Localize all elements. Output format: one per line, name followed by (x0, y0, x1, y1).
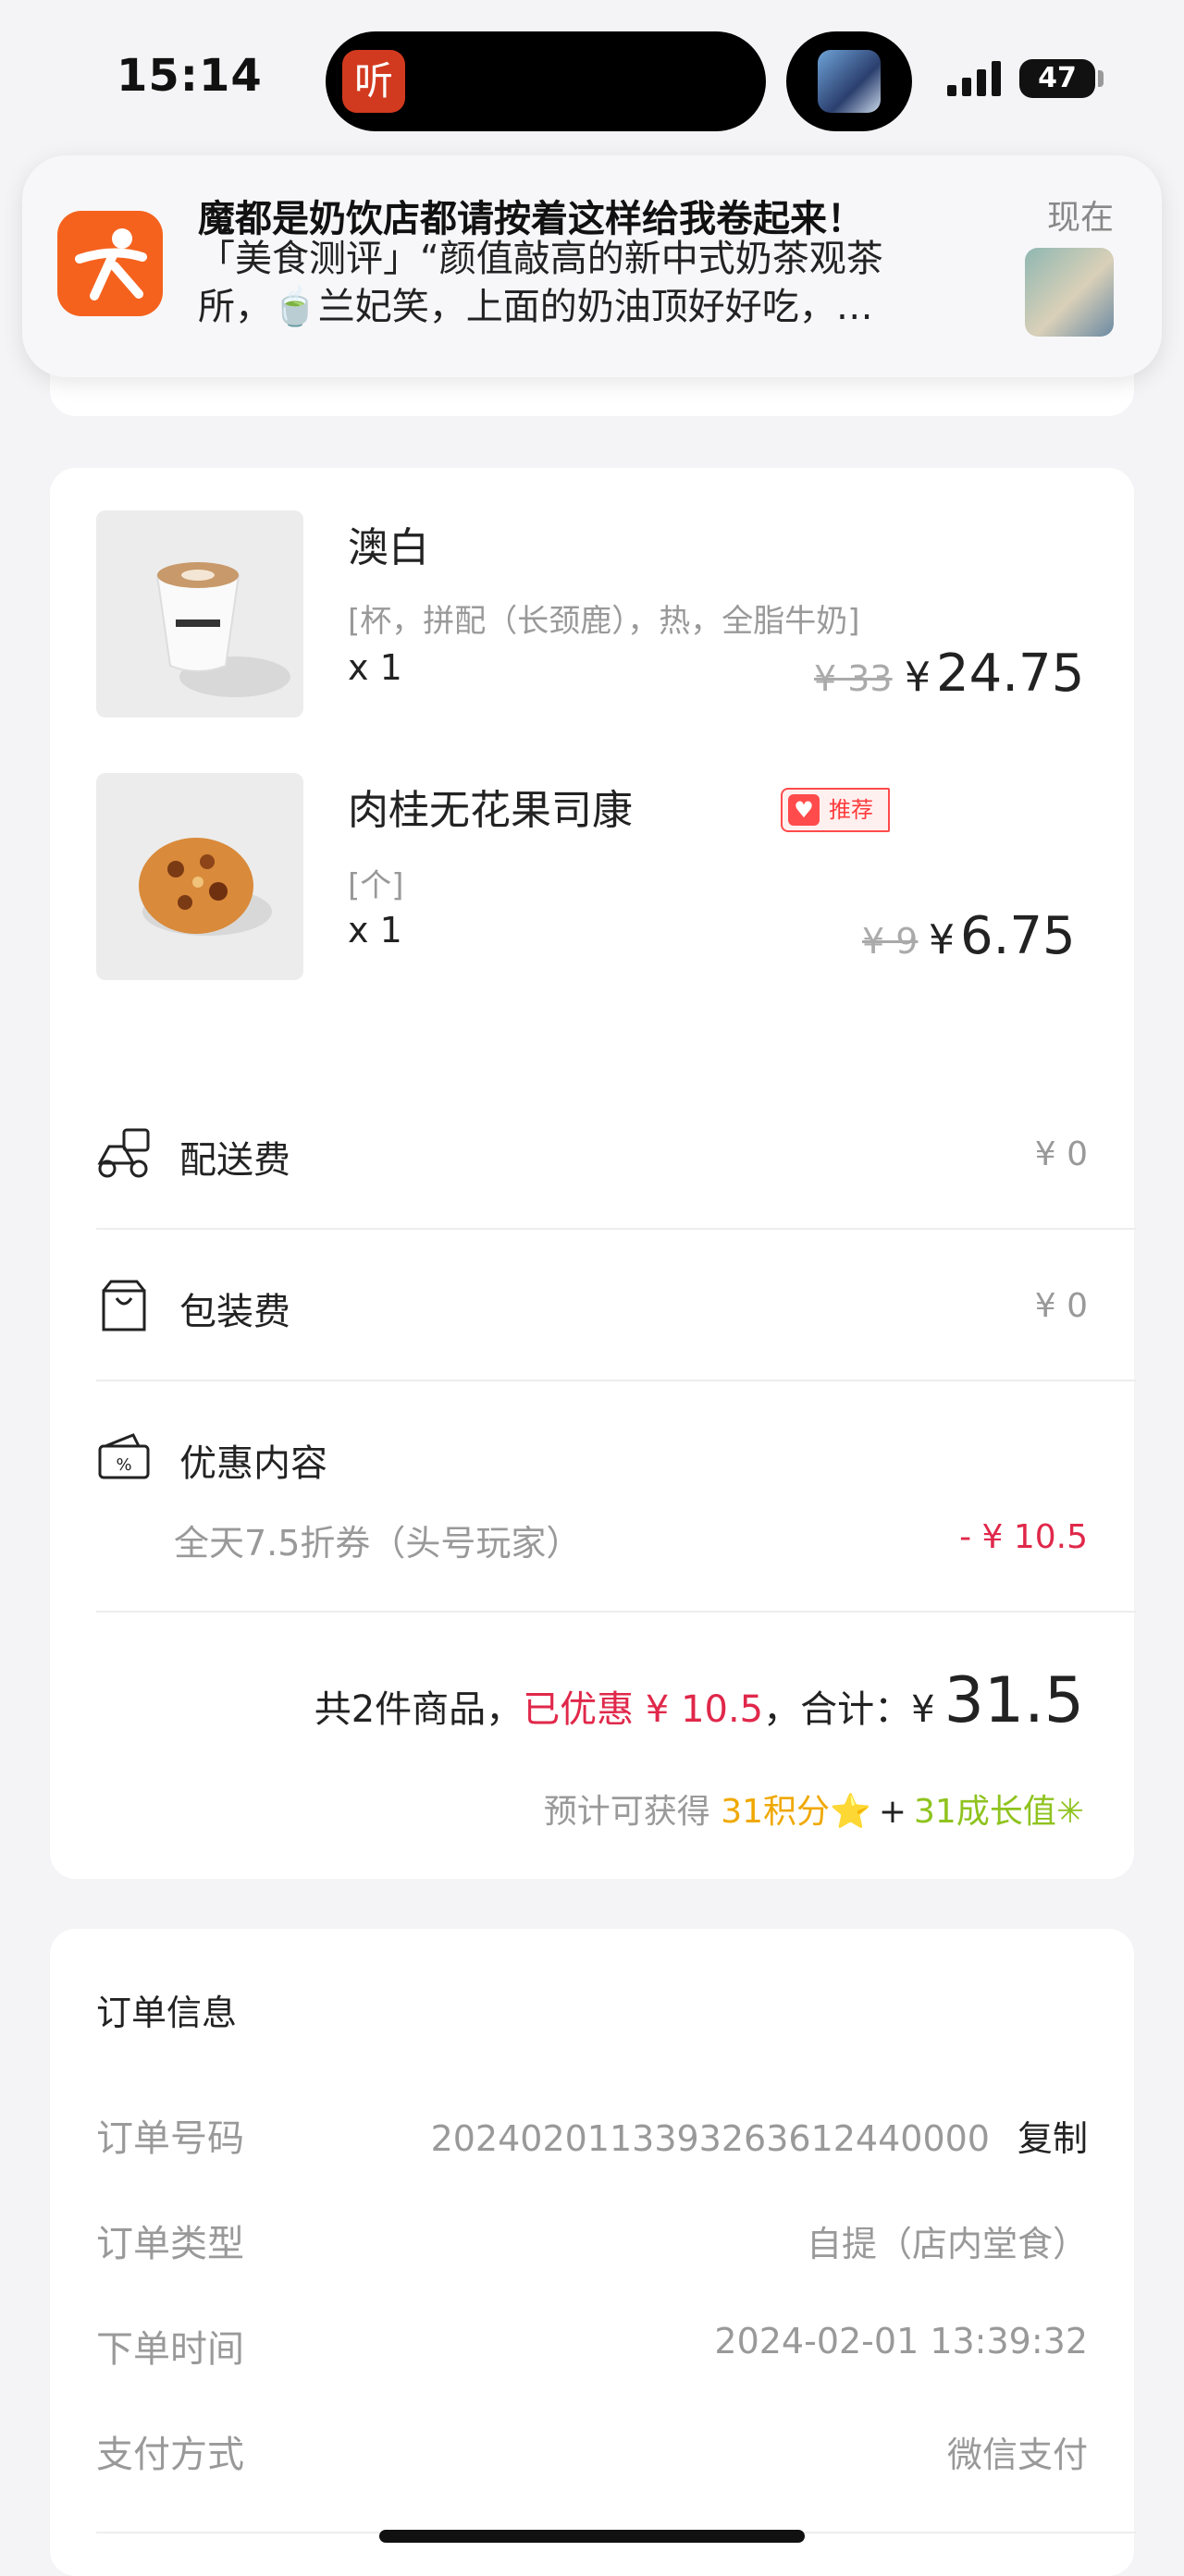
order-number-row: 2024020113393263612440000 复制 (431, 2110, 1088, 2161)
item-price: ¥6.75 (929, 906, 1076, 966)
growth-icon: ✳ (1055, 1793, 1084, 1831)
packing-fee-value: ¥ 0 (1034, 1287, 1088, 1325)
plus-sign: + (878, 1793, 907, 1831)
points-value: 31积分 (721, 1793, 831, 1831)
order-total: 共2件商品，已优惠 ¥ 10.5，合计：¥ 31.5 (314, 1664, 1084, 1737)
recommend-badge: ♥ 推荐 (781, 788, 890, 832)
coffee-cup-icon (155, 562, 290, 697)
notification-body: 「美食测评」“颜值敲高的新中式奶茶观茶 所，🍵兰妃笑，上面的奶油顶好好吃，… (198, 235, 1012, 331)
payment-method-label: 支付方式 (96, 2434, 244, 2476)
notification-time: 现在 (1046, 199, 1114, 237)
discount-name: 全天7.5折券（头号玩家） (174, 1523, 582, 1564)
order-info-card: 订单信息 订单号码 2024020113393263612440000 复制 订单… (50, 1929, 1136, 2576)
discount-label: 优惠内容 (179, 1442, 327, 1485)
item-name: 澳白 (348, 524, 429, 571)
status-bar: 15:14 听 47 (0, 0, 1184, 148)
island-media[interactable] (786, 31, 912, 131)
price-value: 24.75 (936, 644, 1085, 704)
divider (96, 1611, 1136, 1613)
order-time-label: 下单时间 (96, 2328, 244, 2371)
growth-value: 31成长值 (914, 1793, 1056, 1831)
order-time-value: 2024-02-01 13:39:32 (714, 2321, 1088, 2361)
audio-app-icon[interactable]: 听 (342, 50, 405, 113)
total-label: ，合计： (763, 1688, 912, 1731)
item-image-flat-white[interactable] (96, 510, 303, 718)
home-indicator[interactable] (379, 2530, 805, 2543)
item-old-price: ¥ 9 (862, 921, 919, 962)
price-yen: ¥ (905, 654, 931, 701)
discount-value: - ¥ 10.5 (959, 1518, 1088, 1556)
item-name: 肉桂无花果司康 (348, 787, 633, 834)
discount-coupon-icon: % (98, 1433, 150, 1479)
price-value: 6.75 (960, 906, 1076, 966)
media-thumbnail (818, 50, 881, 113)
divider (96, 1380, 1136, 1381)
item-image-scone[interactable] (96, 773, 303, 980)
item-price: ¥24.75 (905, 644, 1084, 704)
copy-button[interactable]: 复制 (1018, 2118, 1088, 2159)
delivery-fee-value: ¥ 0 (1034, 1135, 1088, 1173)
item-spec: [个] (348, 867, 404, 904)
item-count-text: 共2件商品， (314, 1688, 524, 1731)
badge-label: 推荐 (829, 797, 873, 823)
packing-fee-label: 包装费 (179, 1291, 290, 1333)
order-type-label: 订单类型 (96, 2223, 244, 2265)
push-notification[interactable]: 魔都是奶饮店都请按着这样给我卷起来！ 现在 「美食测评」“颜值敲高的新中式奶茶观… (22, 155, 1162, 377)
heart-icon: ♥ (788, 794, 820, 826)
notification-line-2: 所，🍵兰妃笑，上面的奶油顶好好吃，… (198, 286, 873, 328)
scone-icon (139, 838, 272, 936)
dianping-icon (57, 211, 163, 316)
divider (96, 1228, 1136, 1230)
item-qty: x 1 (348, 647, 402, 688)
notification-thumbnail (1025, 248, 1114, 337)
total-yen: ¥ (911, 1688, 935, 1731)
notification-line-1: 「美食测评」“颜值敲高的新中式奶茶观茶 (198, 238, 883, 280)
order-type-value: 自提（店内堂食） (806, 2224, 1088, 2264)
item-qty: x 1 (348, 910, 402, 951)
saved-amount: 已优惠 ¥ 10.5 (523, 1688, 764, 1731)
signal-icon (947, 61, 1001, 96)
order-number-label: 订单号码 (96, 2117, 244, 2160)
battery-tip (1098, 70, 1104, 87)
star-icon: ⭐ (830, 1793, 871, 1831)
person-icon (75, 228, 147, 301)
order-number: 2024020113393263612440000 (430, 2118, 990, 2159)
points-prefix: 预计可获得 (543, 1793, 710, 1831)
points-estimate: 预计可获得 31积分⭐ +31成长值✳ (544, 1785, 1084, 1833)
order-info-title: 订单信息 (96, 1993, 238, 2033)
item-spec: [杯，拼配（长颈鹿），热，全脂牛奶] (348, 603, 860, 640)
delivery-scooter-icon (97, 1128, 150, 1178)
packaging-bag-icon (102, 1280, 146, 1331)
status-time: 15:14 (117, 50, 263, 102)
dynamic-island[interactable]: 听 (326, 31, 766, 131)
payment-method-value: 微信支付 (946, 2435, 1088, 2475)
battery-icon: 47 (1019, 59, 1095, 98)
total-value: 31.5 (944, 1664, 1084, 1737)
delivery-fee-label: 配送费 (179, 1139, 290, 1182)
item-old-price: ¥ 33 (814, 658, 893, 699)
price-yen: ¥ (929, 916, 955, 963)
svg-text:%: % (116, 1455, 131, 1475)
